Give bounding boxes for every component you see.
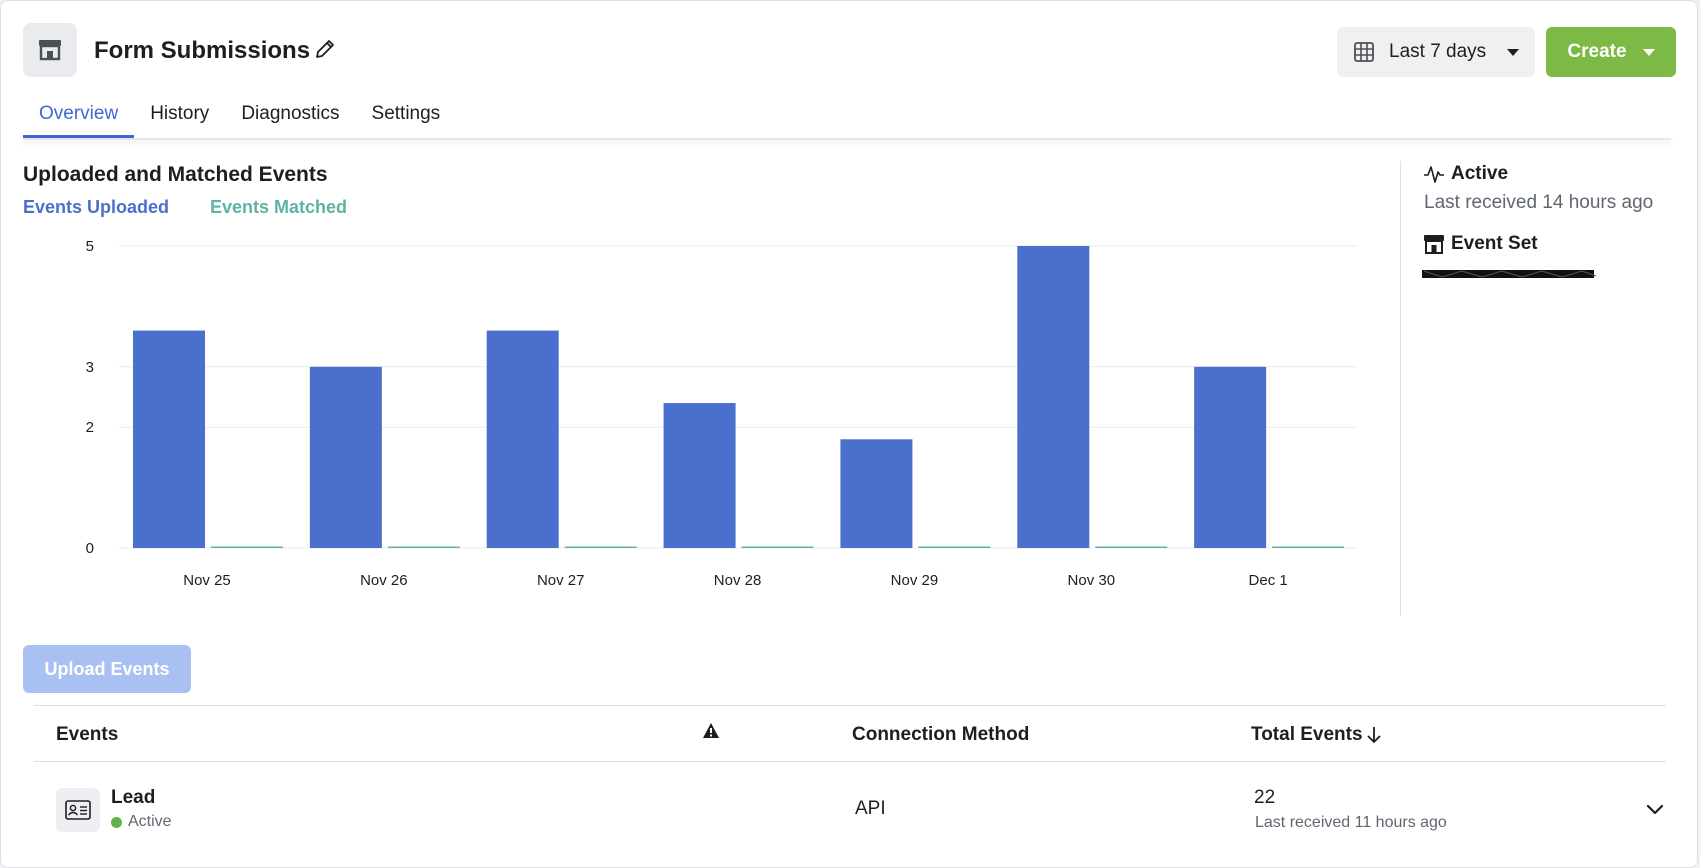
table-header-border bbox=[34, 761, 1666, 762]
bar-events-uploaded bbox=[1017, 246, 1090, 548]
chevron-down-icon[interactable] bbox=[1643, 797, 1667, 821]
event-last-received: Last received 11 hours ago bbox=[1255, 814, 1447, 831]
bar-events-uploaded bbox=[663, 403, 736, 548]
bar-events-uploaded bbox=[840, 439, 913, 548]
event-connection-method: API bbox=[855, 798, 886, 819]
arrow-down-icon bbox=[1366, 727, 1381, 744]
event-set-heading: Event Set bbox=[1423, 233, 1538, 255]
bar-events-uploaded bbox=[309, 366, 382, 548]
bar-events-matched bbox=[387, 546, 460, 548]
event-total: 22 bbox=[1254, 787, 1276, 808]
status-dot bbox=[111, 816, 122, 828]
upload-events-button[interactable]: Upload Events bbox=[23, 645, 191, 693]
warning-icon[interactable] bbox=[702, 722, 720, 740]
chart-title: Uploaded and Matched Events bbox=[23, 163, 328, 186]
create-button-label: Create bbox=[1567, 41, 1627, 62]
x-tick-label: Dec 1 bbox=[1249, 572, 1288, 589]
date-range-label: Last 7 days bbox=[1389, 41, 1487, 62]
page-title: Form Submissions bbox=[94, 37, 311, 64]
bar-events-uploaded bbox=[486, 330, 559, 548]
event-set-title: Event Set bbox=[1451, 233, 1538, 254]
x-tick-label: Nov 27 bbox=[537, 572, 585, 589]
table-top-border bbox=[34, 705, 1666, 706]
tab-settings[interactable]: Settings bbox=[356, 97, 457, 133]
calendar-table-icon bbox=[1354, 42, 1374, 62]
caret-down-icon bbox=[1507, 48, 1519, 56]
legend-events-matched[interactable]: Events Matched bbox=[210, 197, 347, 218]
tab-bar: Overview History Diagnostics Settings bbox=[23, 97, 456, 139]
x-tick-label: Nov 26 bbox=[360, 572, 408, 589]
column-header-connection-method: Connection Method bbox=[852, 724, 1030, 745]
event-name[interactable]: Lead bbox=[111, 787, 155, 809]
tab-history[interactable]: History bbox=[134, 97, 225, 133]
store-icon bbox=[39, 40, 61, 61]
lead-event-icon bbox=[56, 788, 100, 832]
column-header-events: Events bbox=[56, 724, 119, 745]
y-tick-label: 0 bbox=[86, 540, 94, 557]
column-header-total-events[interactable]: Total Events bbox=[1251, 724, 1382, 746]
bar-events-matched bbox=[741, 546, 814, 548]
bar-events-matched bbox=[1095, 546, 1168, 548]
y-tick-label: 3 bbox=[86, 359, 94, 376]
status-title: Active bbox=[1451, 163, 1509, 184]
y-tick-label: 5 bbox=[86, 238, 94, 255]
x-tick-label: Nov 29 bbox=[891, 572, 939, 589]
x-tick-label: Nov 25 bbox=[183, 572, 231, 589]
total-events-label: Total Events bbox=[1251, 724, 1363, 745]
event-status: Active bbox=[111, 813, 172, 831]
legend-events-uploaded[interactable]: Events Uploaded bbox=[23, 197, 169, 218]
y-tick-label: 2 bbox=[86, 419, 94, 436]
event-status-label: Active bbox=[128, 813, 172, 830]
store-avatar bbox=[23, 23, 77, 77]
tab-overview[interactable]: Overview bbox=[23, 97, 135, 139]
activity-pulse-icon bbox=[1424, 166, 1444, 183]
bar-events-uploaded bbox=[133, 330, 205, 548]
redacted-event-set-id bbox=[1422, 270, 1597, 278]
date-range-dropdown[interactable]: Last 7 days bbox=[1337, 27, 1535, 77]
status-heading: Active bbox=[1423, 163, 1508, 185]
bar-events-matched bbox=[211, 546, 283, 548]
x-tick-label: Nov 30 bbox=[1068, 572, 1116, 589]
bar-events-matched bbox=[918, 546, 991, 548]
tab-diagnostics[interactable]: Diagnostics bbox=[225, 97, 355, 133]
status-detail: Last received 14 hours ago bbox=[1424, 192, 1654, 213]
pencil-icon[interactable] bbox=[313, 37, 337, 61]
id-card-icon bbox=[65, 800, 91, 820]
store-icon bbox=[1424, 235, 1444, 254]
tab-divider bbox=[23, 138, 1671, 140]
bar-events-matched bbox=[1272, 546, 1345, 548]
x-tick-label: Nov 28 bbox=[714, 572, 762, 589]
bar-events-uploaded bbox=[1194, 366, 1267, 548]
caret-down-icon bbox=[1642, 48, 1655, 56]
events-bar-chart: 0 2 3 5 Nov 25 Nov 26 Nov 27 Nov 28 Nov 29 Nov 30… bbox=[86, 238, 1357, 589]
dataset-page: Form Submissions Last 7 days Create Over… bbox=[0, 0, 1698, 868]
bar-events-matched bbox=[564, 546, 637, 548]
panel-divider bbox=[1400, 161, 1401, 616]
create-button[interactable]: Create bbox=[1546, 27, 1676, 77]
